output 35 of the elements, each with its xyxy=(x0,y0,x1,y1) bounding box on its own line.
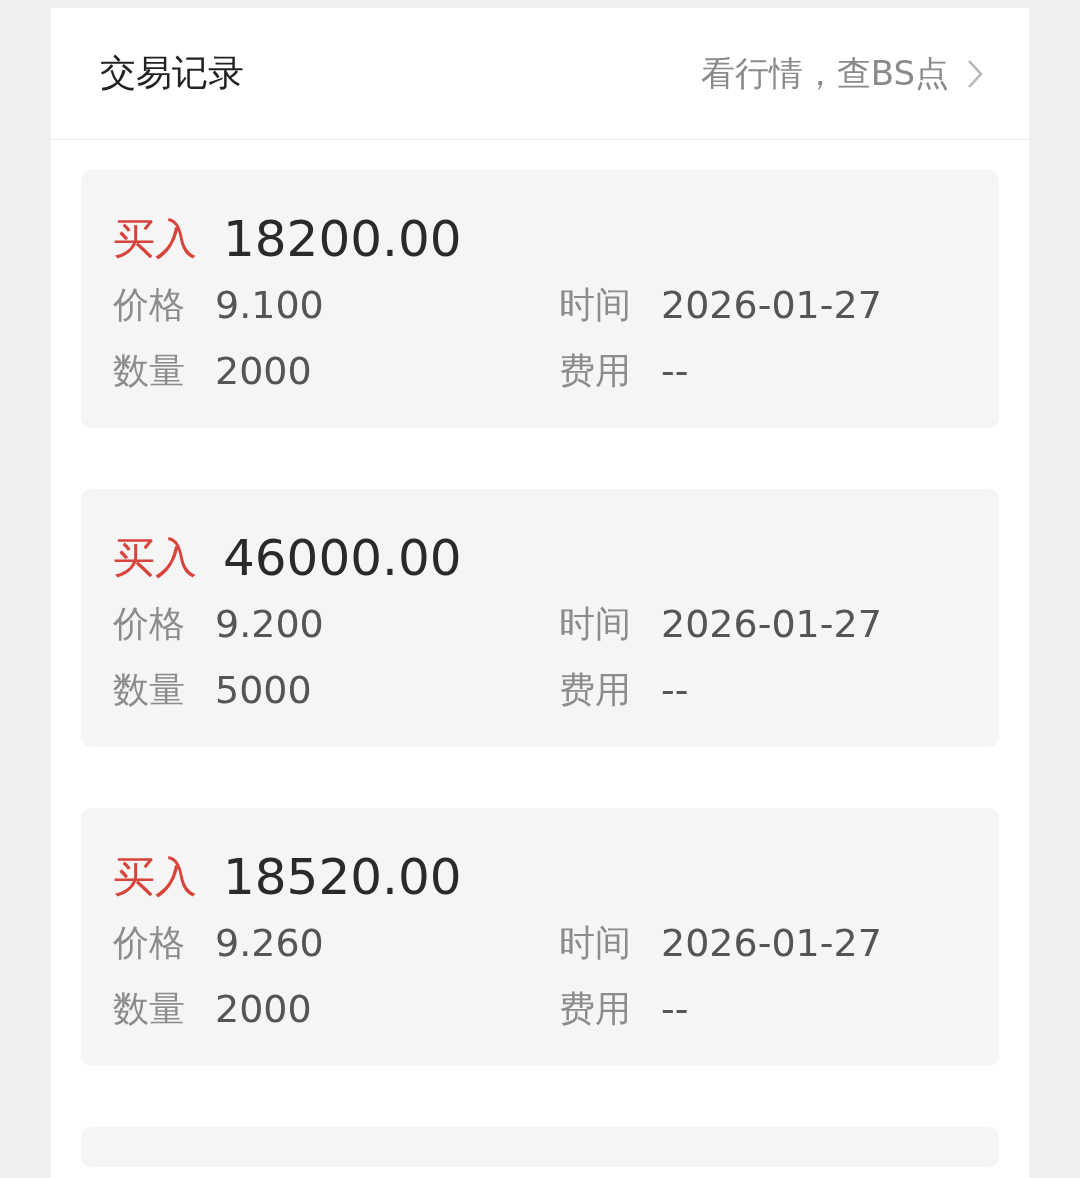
field-label: 价格 xyxy=(113,601,185,646)
field-value: -- xyxy=(661,349,689,393)
field-value: 5000 xyxy=(215,668,312,712)
page-title: 交易记录 xyxy=(100,51,244,95)
field-value: 9.100 xyxy=(215,283,324,327)
trade-side: 买入 xyxy=(113,851,197,903)
field-label: 价格 xyxy=(113,920,185,965)
field-label: 费用 xyxy=(559,348,631,393)
field-label: 时间 xyxy=(559,601,631,646)
field-label: 数量 xyxy=(113,986,185,1031)
field-value: 9.260 xyxy=(215,921,324,965)
trade-side: 买入 xyxy=(113,213,197,265)
field-value: 9.200 xyxy=(215,602,324,646)
trade-amount: 46000.00 xyxy=(223,529,462,587)
field-label: 数量 xyxy=(113,667,185,712)
trade-card[interactable]: 买入 18520.00 价格 9.260 时间 2026-01-27 数量 2000 费用 -- xyxy=(81,808,999,1066)
field-label: 时间 xyxy=(559,282,631,327)
chevron-right-icon xyxy=(967,58,983,89)
trade-card[interactable]: 买入 46000.00 价格 9.200 时间 2026-01-27 数量 5000 费用 -- xyxy=(81,489,999,747)
trade-card[interactable]: 买入 18200.00 价格 9.100 时间 2026-01-27 数量 2000 费用 -- xyxy=(81,170,999,428)
trade-side: 买入 xyxy=(113,532,197,584)
field-value: 2026-01-27 xyxy=(661,921,882,965)
field-value: 2000 xyxy=(215,349,312,393)
field-value: -- xyxy=(661,987,689,1031)
trade-amount: 18520.00 xyxy=(223,848,462,906)
field-value: 2000 xyxy=(215,987,312,1031)
field-label: 价格 xyxy=(113,282,185,327)
field-label: 费用 xyxy=(559,667,631,712)
field-label: 时间 xyxy=(559,920,631,965)
trade-amount: 18200.00 xyxy=(223,210,462,268)
field-value: 2026-01-27 xyxy=(661,602,882,646)
field-value: 2026-01-27 xyxy=(661,283,882,327)
field-value: -- xyxy=(661,668,689,712)
field-label: 费用 xyxy=(559,986,631,1031)
field-label: 数量 xyxy=(113,348,185,393)
